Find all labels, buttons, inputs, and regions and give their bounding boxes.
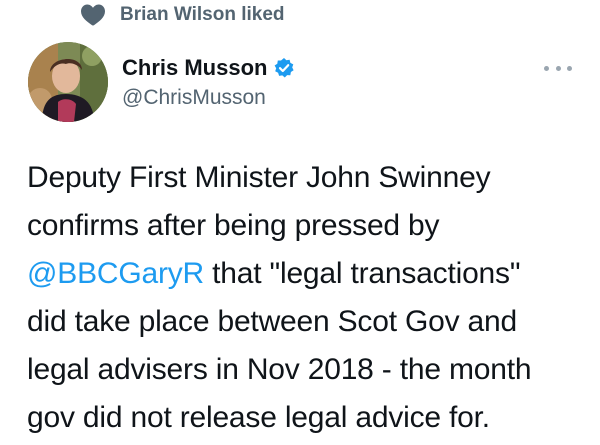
verified-badge-icon [273,57,295,79]
heart-icon [80,3,106,27]
more-horizontal-icon [555,65,561,71]
more-horizontal-icon [544,65,549,71]
display-name[interactable]: Chris Musson [122,55,267,81]
name-row: Chris Musson [122,54,295,82]
tweet-text: Deputy First Minister John Swinney confi… [27,154,593,442]
more-options-button[interactable] [544,58,572,78]
author-block: Chris Musson @ChrisMusson [122,54,295,110]
social-context: Brian Wilson liked [80,2,285,28]
author-handle[interactable]: @ChrisMusson [122,86,295,110]
social-context-text[interactable]: Brian Wilson liked [120,4,285,26]
tweet-text-part: Deputy First Minister John Swinney confi… [27,161,491,242]
avatar[interactable] [28,42,108,122]
mention-link[interactable]: @BBCGaryR [27,257,204,290]
more-horizontal-icon [567,65,572,71]
